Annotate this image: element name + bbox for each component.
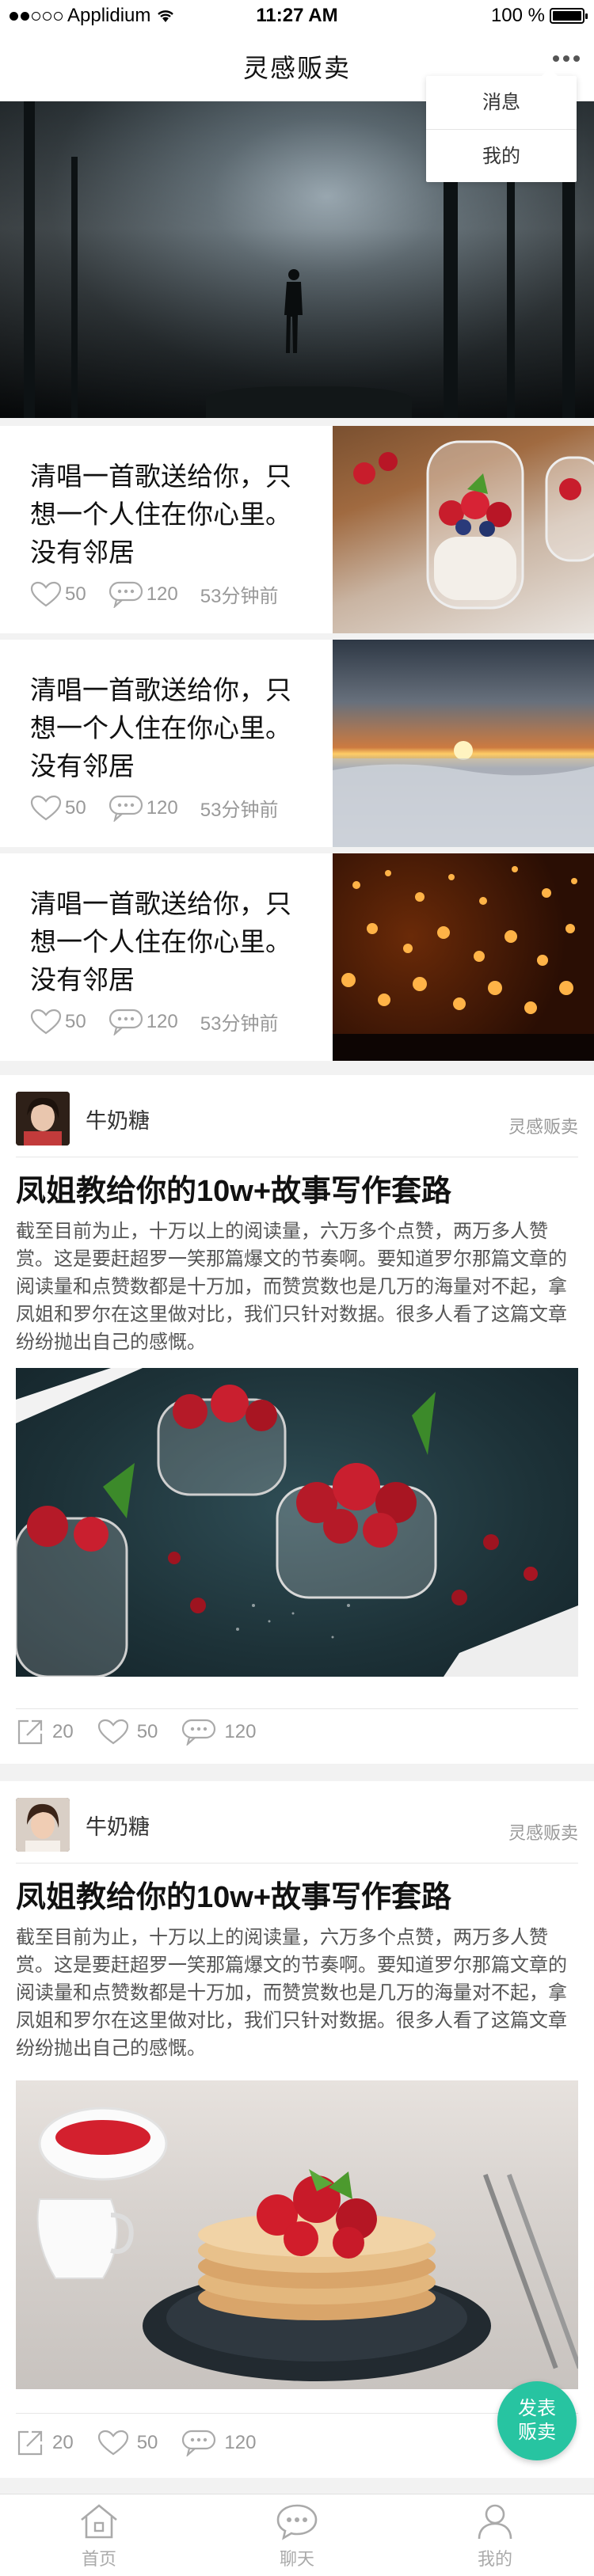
comment-icon[interactable] (181, 1719, 216, 1746)
chat-icon (276, 2504, 318, 2540)
divider (16, 1708, 578, 1709)
post-actions: 20 50 120 (16, 2429, 280, 2457)
sunset-picture (333, 741, 594, 847)
person-silhouette (284, 269, 303, 353)
tab-mine-label: 我的 (477, 2549, 512, 2569)
share-icon[interactable] (16, 1718, 44, 1746)
more-icon[interactable] (553, 55, 580, 62)
page-title: 灵感贩卖 (242, 54, 351, 82)
likes-count: 50 (136, 2432, 158, 2453)
post-image[interactable] (16, 2080, 578, 2389)
post-title[interactable]: 凤姐教给你的10w+故事写作套路 (16, 1166, 451, 1210)
author-name[interactable]: 牛奶糖 (86, 1810, 150, 1841)
comments-count: 120 (146, 796, 178, 819)
shares-count: 20 (52, 1721, 74, 1742)
home-icon (81, 2504, 117, 2539)
comment-icon[interactable] (109, 1009, 143, 1035)
avatar[interactable] (16, 1092, 70, 1146)
tab-chat-label: 聊天 (279, 2549, 314, 2569)
post-card[interactable]: 牛奶糖 灵感贩卖 凤姐教给你的10w+故事写作套路 截至目前为止，十万以上的阅读… (0, 1075, 594, 1764)
divider (16, 2413, 578, 2414)
post-body: 截至目前为止，十万以上的阅读量，六万多个点赞，两万多人赞赏。这是要赶超罗一笑那篇… (16, 1927, 567, 2059)
post-body: 截至目前为止，十万以上的阅读量，六万多个点赞，两万多人赞赏。这是要赶超罗一笑那篇… (16, 1221, 567, 1353)
banner-rock (206, 386, 412, 418)
post-time: 53分钟前 (200, 1013, 279, 1035)
article-thumbnail[interactable] (333, 640, 594, 847)
likes-count: 50 (136, 1721, 158, 1742)
likes-count: 50 (65, 796, 86, 819)
tab-bar: 首页 聊天 我的 (0, 2494, 594, 2576)
banner-tree (24, 101, 35, 418)
list-item[interactable]: 清唱一首歌送给你，只想一个人住在你心里。没有邻居 50 120 53分钟前 (0, 426, 594, 633)
divider (16, 1863, 578, 1864)
list-item-title: 清唱一首歌送给你，只想一个人住在你心里。没有邻居 (30, 675, 291, 781)
comment-icon[interactable] (109, 795, 143, 822)
post-title[interactable]: 凤姐教给你的10w+故事写作套路 (16, 1872, 451, 1916)
tab-chat[interactable]: 聊天 (198, 2494, 396, 2576)
post-image[interactable] (16, 1368, 578, 1677)
tab-home[interactable]: 首页 (0, 2494, 198, 2576)
dessert-glass-picture (353, 440, 594, 610)
article-thumbnail[interactable] (333, 853, 594, 1061)
dropdown-item-mine[interactable]: 我的 (426, 129, 577, 182)
carrier: Applidium (67, 5, 151, 26)
article-thumbnail[interactable] (333, 426, 594, 633)
list-item-title: 清唱一首歌送给你，只想一个人住在你心里。没有邻居 (30, 462, 291, 567)
list-item-meta: 50 120 53分钟前 (30, 580, 278, 608)
heart-icon[interactable] (30, 1009, 62, 1035)
post-source: 灵感贩卖 (508, 1823, 578, 1843)
publish-button-line1: 发表 (518, 2398, 556, 2419)
list-item-meta: 50 120 53分钟前 (30, 1008, 278, 1035)
post-header: 牛奶糖 (16, 1797, 150, 1852)
lanterns-picture (333, 866, 594, 1061)
banner-tree (71, 157, 78, 418)
comments-count: 120 (224, 1721, 257, 1742)
avatar[interactable] (16, 1798, 70, 1852)
signal-icon (10, 11, 63, 21)
post-time: 53分钟前 (200, 586, 279, 607)
comments-count: 120 (224, 2432, 257, 2453)
likes-count: 50 (65, 1010, 86, 1032)
list-item-title: 清唱一首歌送给你，只想一个人住在你心里。没有邻居 (30, 889, 291, 994)
status-bar: Applidium 11:27 AM 100 % (0, 0, 594, 32)
tab-home-label: 首页 (81, 2549, 116, 2569)
list-item-meta: 50 120 53分钟前 (30, 794, 278, 822)
heart-icon[interactable] (30, 581, 62, 608)
more-dropdown: 消息 我的 (426, 68, 577, 182)
heart-icon[interactable] (30, 795, 62, 822)
battery-percent: 100 % (490, 5, 545, 26)
strawberry-dessert-picture (16, 1368, 578, 1677)
post-header: 牛奶糖 (16, 1091, 150, 1146)
list-item[interactable]: 清唱一首歌送给你，只想一个人住在你心里。没有邻居 50 120 53分钟前 (0, 853, 594, 1061)
publish-button-line2: 贩卖 (518, 2422, 556, 2443)
comment-icon[interactable] (109, 581, 143, 608)
pancake-picture (36, 2107, 578, 2381)
post-source: 灵感贩卖 (508, 1117, 578, 1137)
likes-count: 50 (65, 583, 86, 605)
battery-icon (550, 8, 588, 24)
heart-icon[interactable] (97, 2430, 129, 2456)
post-actions: 20 50 120 (16, 1718, 280, 1746)
comment-icon[interactable] (181, 2430, 216, 2456)
wifi-icon (158, 10, 174, 22)
author-name[interactable]: 牛奶糖 (86, 1104, 150, 1134)
post-time: 53分钟前 (200, 800, 279, 821)
list-item[interactable]: 清唱一首歌送给你，只想一个人住在你心里。没有邻居 50 120 53分钟前 (0, 640, 594, 847)
comments-count: 120 (146, 583, 178, 605)
shares-count: 20 (52, 2432, 74, 2453)
user-icon (478, 2504, 512, 2540)
publish-button[interactable]: 发表 贩卖 (497, 2381, 577, 2460)
heart-icon[interactable] (97, 1719, 129, 1746)
post-card[interactable]: 牛奶糖 灵感贩卖 凤姐教给你的10w+故事写作套路 截至目前为止，十万以上的阅读… (0, 1781, 594, 2478)
dropdown-item-messages[interactable]: 消息 (426, 76, 577, 129)
comments-count: 120 (146, 1010, 178, 1032)
share-icon[interactable] (16, 2429, 44, 2457)
tab-mine[interactable]: 我的 (396, 2494, 594, 2576)
